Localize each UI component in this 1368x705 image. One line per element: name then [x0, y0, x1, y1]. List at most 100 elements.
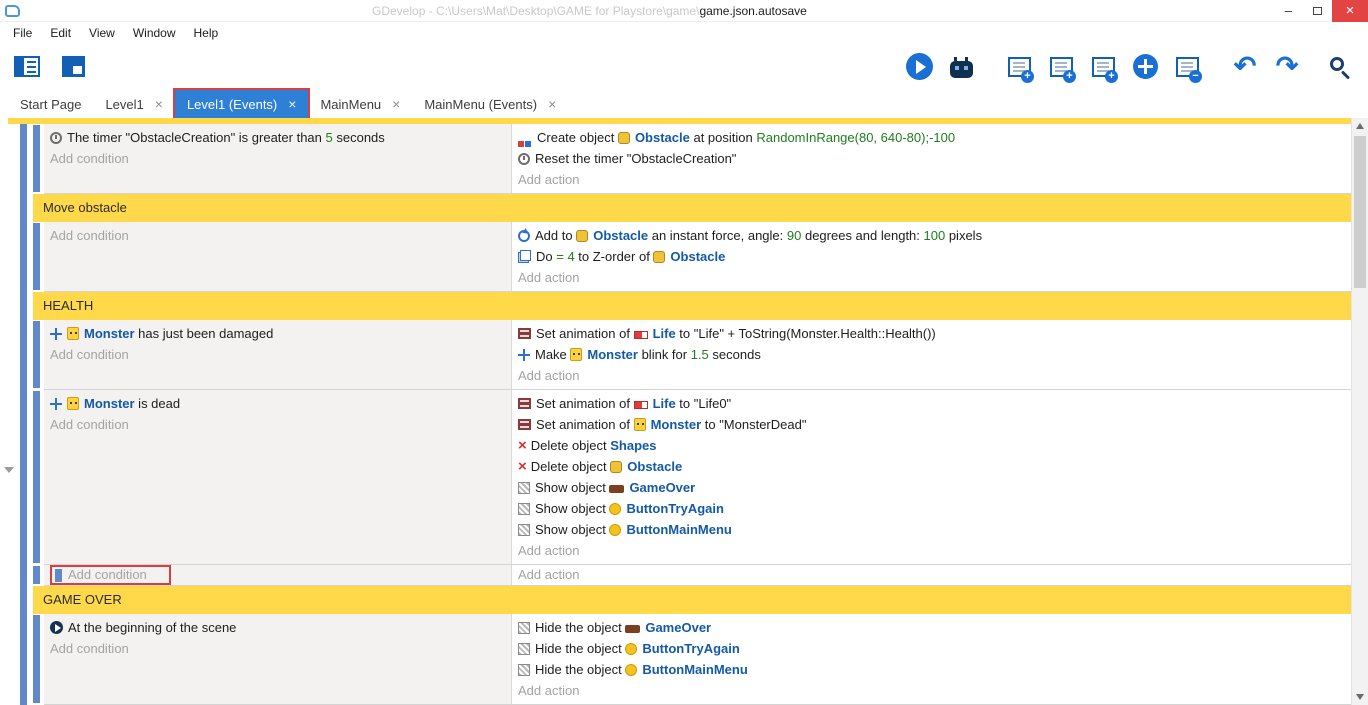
add-sub-event-button[interactable]: + [1044, 48, 1078, 86]
redo-button[interactable] [1270, 48, 1304, 86]
instruction-text: to "Life0" [676, 396, 732, 411]
monster-icon [634, 418, 646, 431]
window-title-filename: game.json.autosave [699, 4, 806, 18]
tab-close-icon[interactable]: × [392, 96, 400, 112]
instruction-text: Add to [535, 228, 576, 243]
actions-cell: Create object Obstacle at position Rando… [512, 124, 1351, 193]
event-drag-handle[interactable] [33, 223, 40, 290]
toolbar: +++− [0, 43, 1368, 90]
add-condition-button[interactable]: Add condition [50, 228, 129, 243]
vertical-scrollbar[interactable] [1351, 118, 1368, 705]
action-line[interactable]: Show object ButtonMainMenu [518, 519, 1343, 540]
project-manager-button[interactable] [10, 48, 44, 86]
add-condition-button[interactable]: Add condition [50, 151, 129, 166]
add-condition-button[interactable]: Add condition [50, 641, 129, 656]
add-action-button[interactable]: Add action [518, 543, 579, 558]
tab-close-icon[interactable]: × [288, 96, 296, 112]
condition-line[interactable]: Monster has just been damaged [50, 323, 503, 344]
tab-close-icon[interactable]: × [548, 96, 556, 112]
maximize-button[interactable] [1303, 0, 1332, 22]
tab-mainmenu[interactable]: MainMenu× [308, 90, 412, 118]
tab-level1-events[interactable]: Level1 (Events) × [175, 90, 309, 118]
action-line[interactable]: Set animation of Monster to "MonsterDead… [518, 414, 1343, 435]
scroll-down-icon[interactable] [1352, 688, 1368, 705]
add-action-button[interactable]: Add action [518, 270, 579, 285]
condition-line[interactable]: At the beginning of the scene [50, 617, 503, 638]
preview-play-button[interactable] [902, 48, 936, 86]
menu-item-help[interactable]: Help [185, 26, 228, 40]
action-line[interactable]: Delete object Shapes [518, 435, 1343, 456]
action-line[interactable]: Hide the object GameOver [518, 617, 1343, 638]
redo-icon [1276, 53, 1299, 80]
debugger-button[interactable] [944, 48, 978, 86]
annotation-box: Add condition [50, 565, 171, 585]
action-placeholder-line: Add action [518, 365, 1343, 386]
menu-item-edit[interactable]: Edit [41, 26, 80, 40]
event-drag-handle[interactable] [33, 391, 40, 563]
menu-item-window[interactable]: Window [124, 26, 185, 40]
tab-label: Level1 (Events) [187, 97, 277, 112]
tab-start-page[interactable]: Start Page [8, 90, 93, 118]
remove-event-button[interactable]: − [1170, 48, 1204, 86]
condition-line[interactable]: Monster is dead [50, 393, 503, 414]
parameter-value: 1.5 [691, 347, 709, 362]
tab-mainmenu-events[interactable]: MainMenu (Events)× [412, 90, 568, 118]
action-line[interactable]: Set animation of Life to "Life" + ToStri… [518, 323, 1343, 344]
tab-close-icon[interactable]: × [155, 96, 163, 112]
menu-item-file[interactable]: File [4, 26, 41, 40]
title-bar: GDevelop - C:\Users\Mat\Desktop\GAME for… [0, 0, 1368, 22]
action-line[interactable]: Show object GameOver [518, 477, 1343, 498]
monster-icon [570, 348, 582, 361]
add-more-button[interactable] [1128, 48, 1162, 86]
instruction-text: to "Life" + ToString(Monster.Health::Hea… [676, 326, 936, 341]
add-new-event-button[interactable]: + [1002, 48, 1036, 86]
search-button[interactable] [1324, 48, 1358, 86]
action-line[interactable]: Create object Obstacle at position Rando… [518, 127, 1343, 148]
close-button[interactable]: × [1332, 0, 1368, 22]
action-line[interactable]: Set animation of Life to "Life0" [518, 393, 1343, 414]
menu-item-view[interactable]: View [80, 26, 124, 40]
obstacle-icon [618, 132, 630, 144]
add-condition-button[interactable]: Add condition [50, 417, 129, 432]
add-condition-button[interactable]: Add condition [68, 565, 147, 585]
undo-button[interactable] [1228, 48, 1262, 86]
add-condition-button[interactable]: Add condition [50, 347, 129, 362]
action-line[interactable]: Hide the object ButtonTryAgain [518, 638, 1343, 659]
action-line[interactable]: Add to Obstacle an instant force, angle:… [518, 225, 1343, 246]
start-page-button[interactable] [56, 48, 90, 86]
group-row-health[interactable]: HEALTH [33, 292, 1351, 320]
scrollbar-thumb[interactable] [1354, 136, 1366, 288]
delete-icon [518, 435, 527, 456]
object-name: Life [653, 396, 676, 411]
condition-line[interactable]: The timer "ObstacleCreation" is greater … [50, 127, 503, 148]
event-drag-handle[interactable] [33, 615, 40, 703]
action-line[interactable]: Reset the timer "ObstacleCreation" [518, 148, 1343, 169]
group-row-game-over[interactable]: GAME OVER [33, 586, 1351, 614]
minimize-button[interactable]: – [1274, 0, 1303, 22]
sparkle-icon [50, 398, 62, 410]
sparkle-icon [518, 349, 530, 361]
visibility-icon [518, 524, 530, 536]
add-action-button[interactable]: Add action [518, 368, 579, 383]
add-action-button[interactable]: Add action [518, 567, 579, 582]
action-line[interactable]: Make Monster blink for 1.5 seconds [518, 344, 1343, 365]
add-comment-button[interactable]: + [1086, 48, 1120, 86]
event-drag-handle[interactable] [33, 125, 40, 192]
action-line[interactable]: Show object ButtonTryAgain [518, 498, 1343, 519]
event-drag-handle[interactable] [33, 321, 40, 388]
events-editor: The timer "ObstacleCreation" is greater … [0, 118, 1368, 705]
add-action-button[interactable]: Add action [518, 172, 579, 187]
group-row-move-obstacle[interactable]: Move obstacle [33, 194, 1351, 222]
scroll-up-icon[interactable] [1352, 118, 1368, 135]
action-line[interactable]: Do = 4 to Z-order of Obstacle [518, 246, 1343, 267]
obstacle-icon [653, 251, 665, 263]
animation-icon [518, 419, 531, 430]
tab-level1[interactable]: Level1× [93, 90, 175, 118]
collapse-indicator-icon[interactable] [4, 467, 14, 473]
action-line[interactable]: Hide the object ButtonMainMenu [518, 659, 1343, 680]
button-icon [609, 503, 621, 515]
action-line[interactable]: Delete object Obstacle [518, 456, 1343, 477]
preview-play-icon [906, 53, 933, 80]
add-action-button[interactable]: Add action [518, 683, 579, 698]
event-drag-handle[interactable] [33, 566, 40, 584]
